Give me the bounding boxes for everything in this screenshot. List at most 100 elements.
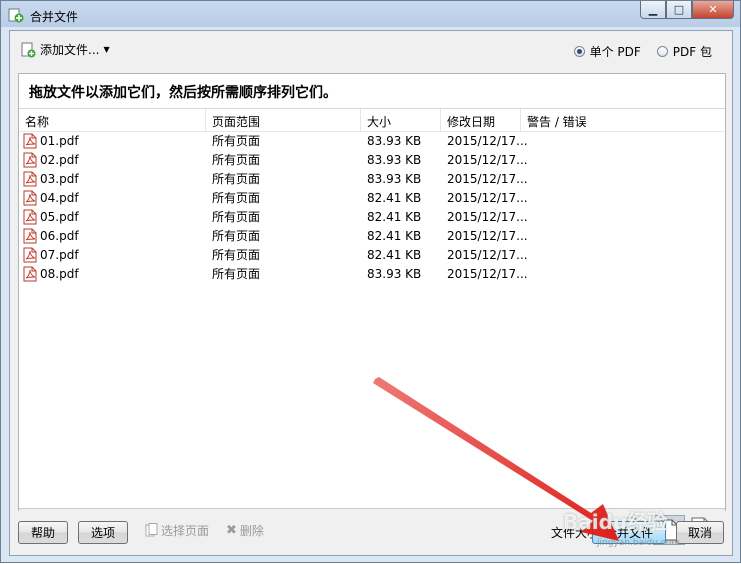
modified-date-cell-text: 2015/12/17... bbox=[447, 266, 528, 281]
window-title: 合并文件 bbox=[30, 10, 79, 24]
cancel-button[interactable]: 取消 bbox=[676, 521, 724, 544]
close-icon: ✕ bbox=[708, 3, 718, 16]
file-name-cell: 04.pdf bbox=[19, 190, 206, 206]
file-name-cell-text: 03.pdf bbox=[40, 171, 79, 186]
file-name-cell: 01.pdf bbox=[19, 133, 206, 149]
modified-date-cell-text: 2015/12/17... bbox=[447, 228, 528, 243]
size-cell: 82.41 KB bbox=[361, 210, 441, 224]
column-header-page-range[interactable]: 页面范围 bbox=[206, 109, 361, 131]
pdf-file-icon bbox=[23, 228, 37, 243]
radio-selected-icon bbox=[573, 46, 585, 57]
table-row[interactable]: 06.pdf 所有页面 82.41 KB 2015/12/17... bbox=[19, 226, 725, 245]
file-name-cell: 05.pdf bbox=[19, 209, 206, 225]
instruction-text: 拖放文件以添加它们，然后按所需顺序排列它们。 bbox=[19, 74, 725, 109]
pdf-file-icon bbox=[23, 266, 37, 281]
close-button[interactable]: ✕ bbox=[692, 1, 734, 19]
cancel-label: 取消 bbox=[687, 526, 712, 540]
maximize-icon: □ bbox=[673, 3, 685, 16]
page-range-cell-text: 所有页面 bbox=[212, 134, 261, 148]
column-header-size[interactable]: 大小 bbox=[361, 109, 441, 131]
radio-pdf-package-label: PDF 包 bbox=[672, 45, 712, 59]
page-range-cell-text: 所有页面 bbox=[212, 153, 261, 167]
page-range-cell: 所有页面 bbox=[206, 246, 361, 263]
choose-pages-button[interactable]: 选择页面 bbox=[145, 522, 209, 539]
size-cell-text: 82.41 KB bbox=[367, 190, 422, 205]
table-row[interactable]: 01.pdf 所有页面 83.93 KB 2015/12/17... bbox=[19, 131, 725, 150]
modified-date-cell: 2015/12/17... bbox=[441, 153, 528, 167]
file-list-panel: 拖放文件以添加它们，然后按所需顺序排列它们。 名称 页面范围 大小 修改日期 警… bbox=[18, 73, 726, 551]
modified-date-cell: 2015/12/17... bbox=[441, 248, 528, 262]
options-button[interactable]: 选项 bbox=[78, 521, 128, 544]
minimize-button[interactable]: ▁ bbox=[640, 1, 666, 19]
table-row[interactable]: 03.pdf 所有页面 83.93 KB 2015/12/17... bbox=[19, 169, 725, 188]
choose-pages-label: 选择页面 bbox=[161, 524, 210, 538]
page-range-cell: 所有页面 bbox=[206, 189, 361, 206]
delete-button[interactable]: ✖ 删除 bbox=[226, 522, 264, 539]
file-name-cell-text: 02.pdf bbox=[40, 152, 79, 167]
page-range-cell-text: 所有页面 bbox=[212, 267, 261, 281]
column-header-warnings[interactable]: 警告 / 错误 bbox=[521, 109, 725, 131]
size-cell: 83.93 KB bbox=[361, 153, 441, 167]
merge-app-icon bbox=[8, 8, 24, 23]
pdf-file-icon bbox=[23, 152, 37, 167]
modified-date-cell-text: 2015/12/17... bbox=[447, 247, 528, 262]
radio-single-pdf-label: 单个 PDF bbox=[589, 45, 641, 59]
modified-date-cell: 2015/12/17... bbox=[441, 134, 528, 148]
maximize-button[interactable]: □ bbox=[666, 1, 692, 19]
modified-date-cell-text: 2015/12/17... bbox=[447, 171, 528, 186]
pages-icon bbox=[145, 523, 158, 537]
column-header-modified[interactable]: 修改日期 bbox=[441, 109, 521, 131]
page-range-cell-text: 所有页面 bbox=[212, 172, 261, 186]
size-cell: 82.41 KB bbox=[361, 248, 441, 262]
size-cell-text: 83.93 KB bbox=[367, 152, 422, 167]
baidu-watermark: Baidu经验 bbox=[563, 510, 668, 534]
add-files-button[interactable]: 添加文件... ▼ bbox=[20, 41, 110, 58]
modified-date-cell: 2015/12/17... bbox=[441, 210, 528, 224]
table-row[interactable]: 08.pdf 所有页面 83.93 KB 2015/12/17... bbox=[19, 264, 725, 283]
table-row[interactable]: 02.pdf 所有页面 83.93 KB 2015/12/17... bbox=[19, 150, 725, 169]
baidu-watermark-url: jingyan.baidu.com bbox=[597, 538, 681, 548]
file-name-cell: 07.pdf bbox=[19, 247, 206, 263]
help-label: 帮助 bbox=[30, 526, 55, 540]
column-header-row: 名称 页面范围 大小 修改日期 警告 / 错误 bbox=[19, 109, 725, 132]
size-cell: 83.93 KB bbox=[361, 172, 441, 186]
file-name-cell-text: 05.pdf bbox=[40, 209, 79, 224]
page-range-cell-text: 所有页面 bbox=[212, 248, 261, 262]
file-name-cell: 03.pdf bbox=[19, 171, 206, 187]
add-file-icon bbox=[21, 42, 36, 57]
size-cell: 82.41 KB bbox=[361, 229, 441, 243]
merge-files-dialog: 合并文件 ▁ □ ✕ 添加文件... ▼ 单个 PDF PDF 包 拖放文件以添… bbox=[0, 0, 741, 563]
page-range-cell-text: 所有页面 bbox=[212, 191, 261, 205]
modified-date-cell: 2015/12/17... bbox=[441, 172, 528, 186]
size-cell: 82.41 KB bbox=[361, 191, 441, 205]
modified-date-cell-text: 2015/12/17... bbox=[447, 133, 528, 148]
dialog-client-area: 添加文件... ▼ 单个 PDF PDF 包 拖放文件以添加它们，然后按所需顺序… bbox=[9, 30, 733, 556]
page-range-cell: 所有页面 bbox=[206, 208, 361, 225]
column-header-name[interactable]: 名称 bbox=[19, 109, 206, 131]
table-row[interactable]: 05.pdf 所有页面 82.41 KB 2015/12/17... bbox=[19, 207, 725, 226]
dropdown-caret-icon: ▼ bbox=[103, 45, 110, 54]
modified-date-cell-text: 2015/12/17... bbox=[447, 190, 528, 205]
minimize-icon: ▁ bbox=[648, 3, 658, 16]
size-cell: 83.93 KB bbox=[361, 134, 441, 148]
size-cell: 83.93 KB bbox=[361, 267, 441, 281]
modified-date-cell-text: 2015/12/17... bbox=[447, 152, 528, 167]
page-range-cell: 所有页面 bbox=[206, 132, 361, 149]
options-label: 选项 bbox=[90, 526, 115, 540]
help-button[interactable]: 帮助 bbox=[18, 521, 68, 544]
modified-date-cell-text: 2015/12/17... bbox=[447, 209, 528, 224]
add-files-label: 添加文件... bbox=[40, 43, 100, 57]
radio-pdf-package[interactable]: PDF 包 bbox=[656, 43, 712, 60]
file-list: 01.pdf 所有页面 83.93 KB 2015/12/17... 02.pdf 所有页… bbox=[19, 131, 725, 283]
page-range-cell: 所有页面 bbox=[206, 151, 361, 168]
table-row[interactable]: 04.pdf 所有页面 82.41 KB 2015/12/17... bbox=[19, 188, 725, 207]
delete-label: 删除 bbox=[239, 524, 264, 538]
radio-single-pdf[interactable]: 单个 PDF bbox=[573, 43, 641, 60]
title-bar[interactable]: 合并文件 ▁ □ ✕ bbox=[1, 1, 740, 29]
page-range-cell-text: 所有页面 bbox=[212, 229, 261, 243]
modified-date-cell: 2015/12/17... bbox=[441, 229, 528, 243]
file-name-cell-text: 07.pdf bbox=[40, 247, 79, 262]
modified-date-cell: 2015/12/17... bbox=[441, 191, 528, 205]
table-row[interactable]: 07.pdf 所有页面 82.41 KB 2015/12/17... bbox=[19, 245, 725, 264]
size-cell-text: 82.41 KB bbox=[367, 228, 422, 243]
